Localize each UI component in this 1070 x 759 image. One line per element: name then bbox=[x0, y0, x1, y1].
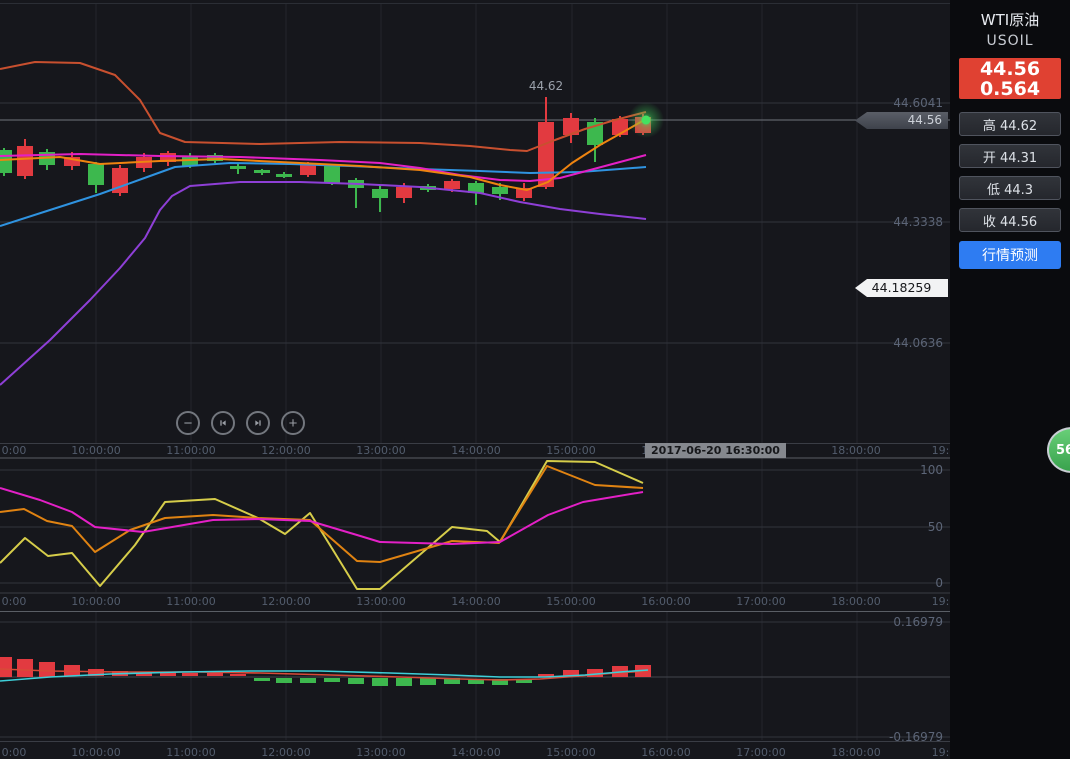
time-tick: 11:00:00 bbox=[166, 595, 215, 608]
stat-low: 低 44.3 bbox=[959, 176, 1061, 200]
time-tick: 0:00 bbox=[2, 444, 27, 457]
macd-bar bbox=[17, 659, 33, 677]
current-price-tag: 44.56 bbox=[855, 112, 948, 129]
time-tick: 14:00:00 bbox=[451, 746, 500, 759]
price-change-box: 44.56 0.564 bbox=[959, 58, 1061, 99]
skip-end-icon bbox=[254, 417, 262, 429]
macd-bar bbox=[276, 678, 292, 683]
indicator-line-lower-band bbox=[0, 182, 646, 385]
time-tick: 12:00:00 bbox=[261, 595, 310, 608]
macd-bar bbox=[0, 657, 12, 677]
macd-bar bbox=[254, 678, 270, 681]
stat-close: 收 44.56 bbox=[959, 208, 1061, 232]
last-price-dot bbox=[642, 116, 651, 125]
time-tick: 10:00:00 bbox=[71, 595, 120, 608]
candle-body bbox=[324, 166, 340, 183]
skip-start-icon bbox=[219, 417, 227, 429]
time-tick: 15:00:00 bbox=[546, 746, 595, 759]
bubble-count: 56 bbox=[1056, 443, 1070, 458]
candle-body bbox=[492, 187, 508, 194]
time-tick: 17:00:00 bbox=[736, 746, 785, 759]
time-tick: 13:00:00 bbox=[356, 444, 405, 457]
candle-body bbox=[0, 150, 12, 173]
time-tick: 12:00:00 bbox=[261, 746, 310, 759]
time-tick: 10:00:00 bbox=[71, 444, 120, 457]
chart-area[interactable]: 0:00 10:00:00 11:00:00 12:00:00 13:00:00 14:0… bbox=[0, 0, 950, 759]
chart-canvas[interactable] bbox=[0, 0, 950, 759]
skip-to-end-button[interactable] bbox=[246, 411, 270, 435]
candle-body bbox=[444, 181, 460, 189]
time-tick: 19:0 bbox=[932, 595, 950, 608]
macd-bar bbox=[420, 678, 436, 685]
price-level-tag: 44.18259 bbox=[855, 279, 948, 297]
time-tick: 18:00:00 bbox=[831, 444, 880, 457]
time-tick: 13:00:00 bbox=[356, 595, 405, 608]
time-tick: 19:0 bbox=[932, 444, 950, 457]
macd-time-axis: 0:00 10:00:00 11:00:00 12:00:00 13:00:00 14:0… bbox=[0, 746, 950, 759]
time-tick: 18:00:00 bbox=[831, 746, 880, 759]
time-tick: 0:00 bbox=[2, 746, 27, 759]
candle-body bbox=[372, 189, 388, 198]
macd-bar bbox=[372, 678, 388, 686]
crosshair-timestamp: 2017-06-20 16:30:00 bbox=[645, 443, 786, 458]
candle-body bbox=[276, 174, 292, 177]
kdj-time-axis: 0:00 10:00:00 11:00:00 12:00:00 13:00:00 14:0… bbox=[0, 595, 950, 609]
macd-bar bbox=[348, 678, 364, 684]
candle-body bbox=[230, 166, 246, 169]
time-tick: 18:00:00 bbox=[831, 595, 880, 608]
time-tick: 11:00:00 bbox=[166, 746, 215, 759]
time-tick: 17:00:00 bbox=[736, 595, 785, 608]
time-tick: 16:00:00 bbox=[641, 746, 690, 759]
macd-bar bbox=[182, 673, 198, 676]
candle-body bbox=[88, 164, 104, 185]
candle-body bbox=[17, 146, 33, 176]
time-tick: 14:00:00 bbox=[451, 444, 500, 457]
time-tick: 11:00:00 bbox=[166, 444, 215, 457]
minus-icon: − bbox=[184, 415, 193, 432]
stat-high: 高 44.62 bbox=[959, 112, 1061, 136]
time-tick: 12:00:00 bbox=[261, 444, 310, 457]
macd-bar bbox=[207, 673, 223, 676]
zoom-out-button[interactable]: − bbox=[176, 411, 200, 435]
time-tick: 16:00:00 bbox=[641, 595, 690, 608]
quote-sidebar: WTI原油 USOIL 44.56 0.564 高 44.62 开 44.31 … bbox=[950, 0, 1070, 759]
instrument-symbol: USOIL bbox=[986, 33, 1033, 49]
candle-body bbox=[538, 122, 554, 187]
macd-bar bbox=[300, 678, 316, 683]
candle-body bbox=[612, 119, 628, 135]
time-tick: 14:00:00 bbox=[451, 595, 500, 608]
forecast-button[interactable]: 行情预测 bbox=[959, 241, 1061, 269]
time-tick: 13:00:00 bbox=[356, 746, 405, 759]
time-tick: 10:00:00 bbox=[71, 746, 120, 759]
candle-high-label: 44.62 bbox=[529, 79, 563, 93]
zoom-in-button[interactable]: + bbox=[281, 411, 305, 435]
plus-icon: + bbox=[289, 415, 298, 432]
macd-bar bbox=[324, 678, 340, 682]
instrument-title: WTI原油 bbox=[981, 9, 1039, 30]
time-tick: 15:00:00 bbox=[546, 444, 595, 457]
macd-bar bbox=[39, 662, 55, 677]
macd-bar bbox=[230, 674, 246, 676]
price-change: 0.564 bbox=[980, 79, 1040, 99]
candle-body bbox=[396, 187, 412, 198]
macd-bar bbox=[396, 678, 412, 686]
main-time-axis: 0:00 10:00:00 11:00:00 12:00:00 13:00:00 14:0… bbox=[0, 444, 950, 458]
chart-toolbar: − + bbox=[176, 411, 305, 435]
skip-to-start-button[interactable] bbox=[211, 411, 235, 435]
time-tick: 15:00:00 bbox=[546, 595, 595, 608]
candle-body bbox=[254, 170, 270, 173]
last-price: 44.56 bbox=[980, 59, 1040, 79]
time-tick: 19:0 bbox=[932, 746, 950, 759]
trading-app: 0:00 10:00:00 11:00:00 12:00:00 13:00:00 14:0… bbox=[0, 0, 1070, 759]
stat-open: 开 44.31 bbox=[959, 144, 1061, 168]
time-tick: 0:00 bbox=[2, 595, 27, 608]
